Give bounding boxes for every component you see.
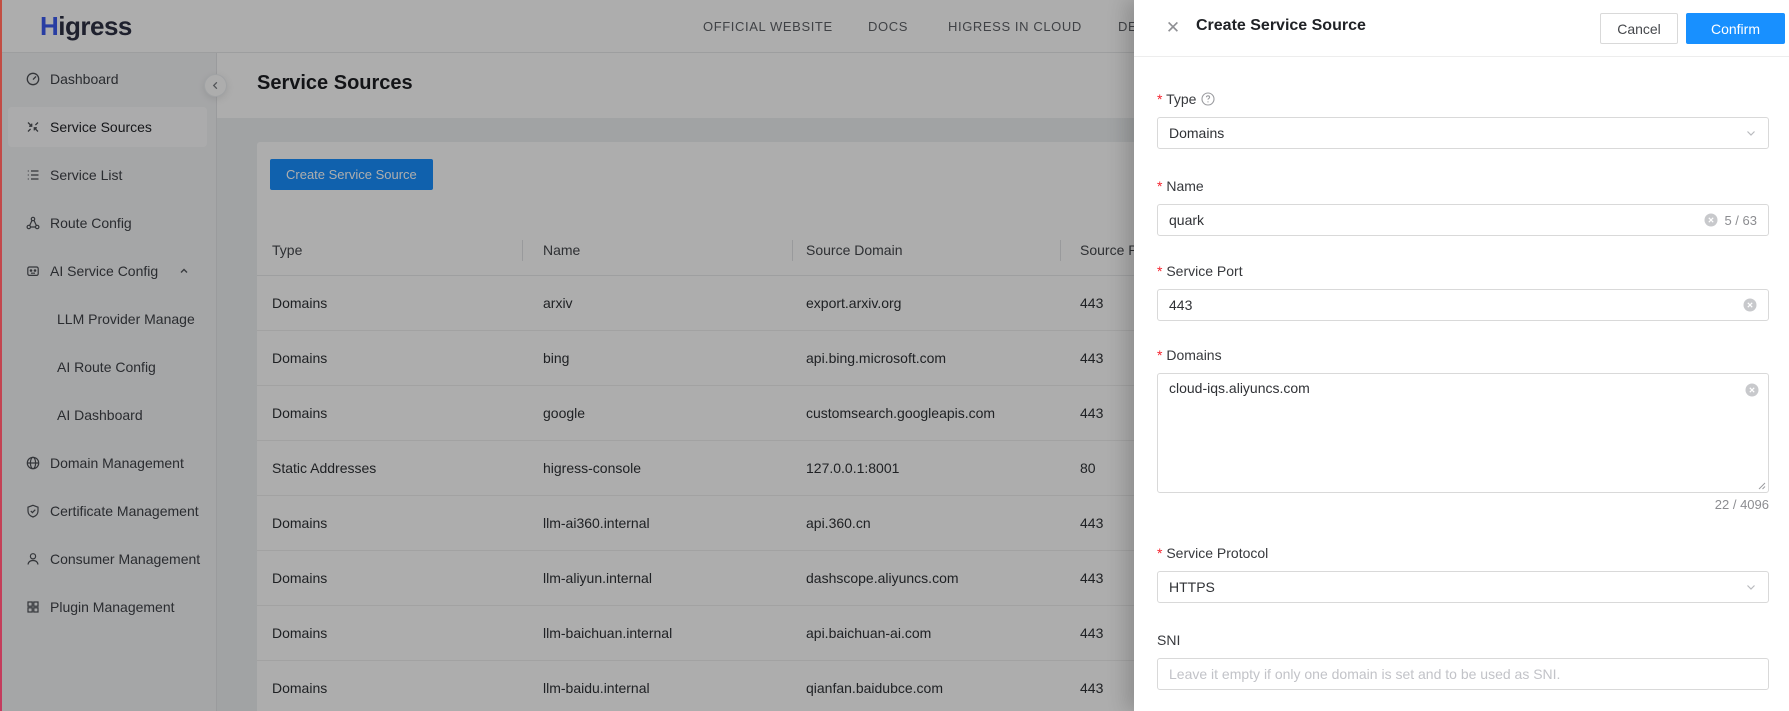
service-port-field-label: Service Port [1157, 260, 1243, 282]
cancel-button[interactable]: Cancel [1600, 13, 1678, 44]
resize-handle[interactable] [1756, 480, 1766, 490]
type-select[interactable]: Domains [1157, 117, 1769, 149]
type-select-value: Domains [1169, 125, 1224, 141]
service-port-input[interactable] [1169, 297, 1743, 313]
chevron-down-icon [1745, 127, 1757, 139]
sni-field-label: SNI [1157, 629, 1180, 651]
clear-icon[interactable] [1745, 383, 1759, 397]
confirm-button[interactable]: Confirm [1686, 13, 1785, 44]
domains-char-counter: 22 / 4096 [1157, 497, 1769, 512]
name-char-counter: 5 / 63 [1724, 213, 1757, 228]
clear-icon[interactable] [1743, 298, 1757, 312]
domains-field-label: Domains [1157, 344, 1222, 366]
name-input[interactable] [1169, 212, 1704, 228]
type-field-label: Type [1157, 88, 1215, 110]
drawer-mask[interactable] [0, 0, 1134, 711]
domains-textarea[interactable]: cloud-iqs.aliyuncs.com [1158, 374, 1768, 492]
left-edge-strip [0, 0, 2, 711]
service-protocol-field-label: Service Protocol [1157, 542, 1268, 564]
higress-console-page: Higress OFFICIAL WEBSITE DOCS HIGRESS IN… [0, 0, 1789, 711]
sni-input-wrapper [1157, 658, 1769, 690]
create-service-source-drawer: ✕ Create Service Source Cancel Confirm T… [1134, 0, 1789, 711]
sni-input[interactable] [1169, 666, 1757, 682]
question-circle-icon[interactable] [1201, 92, 1215, 106]
name-input-wrapper: 5 / 63 [1157, 204, 1769, 236]
chevron-down-icon [1745, 581, 1757, 593]
service-port-input-wrapper [1157, 289, 1769, 321]
service-protocol-select[interactable]: HTTPS [1157, 571, 1769, 603]
drawer-title: Create Service Source [1196, 17, 1366, 35]
clear-icon[interactable] [1704, 213, 1718, 227]
drawer-header: ✕ Create Service Source Cancel Confirm [1134, 0, 1789, 57]
service-protocol-select-value: HTTPS [1169, 579, 1215, 595]
domains-textarea-wrapper: cloud-iqs.aliyuncs.com [1157, 373, 1769, 493]
name-field-label: Name [1157, 175, 1204, 197]
close-icon[interactable]: ✕ [1162, 17, 1184, 39]
